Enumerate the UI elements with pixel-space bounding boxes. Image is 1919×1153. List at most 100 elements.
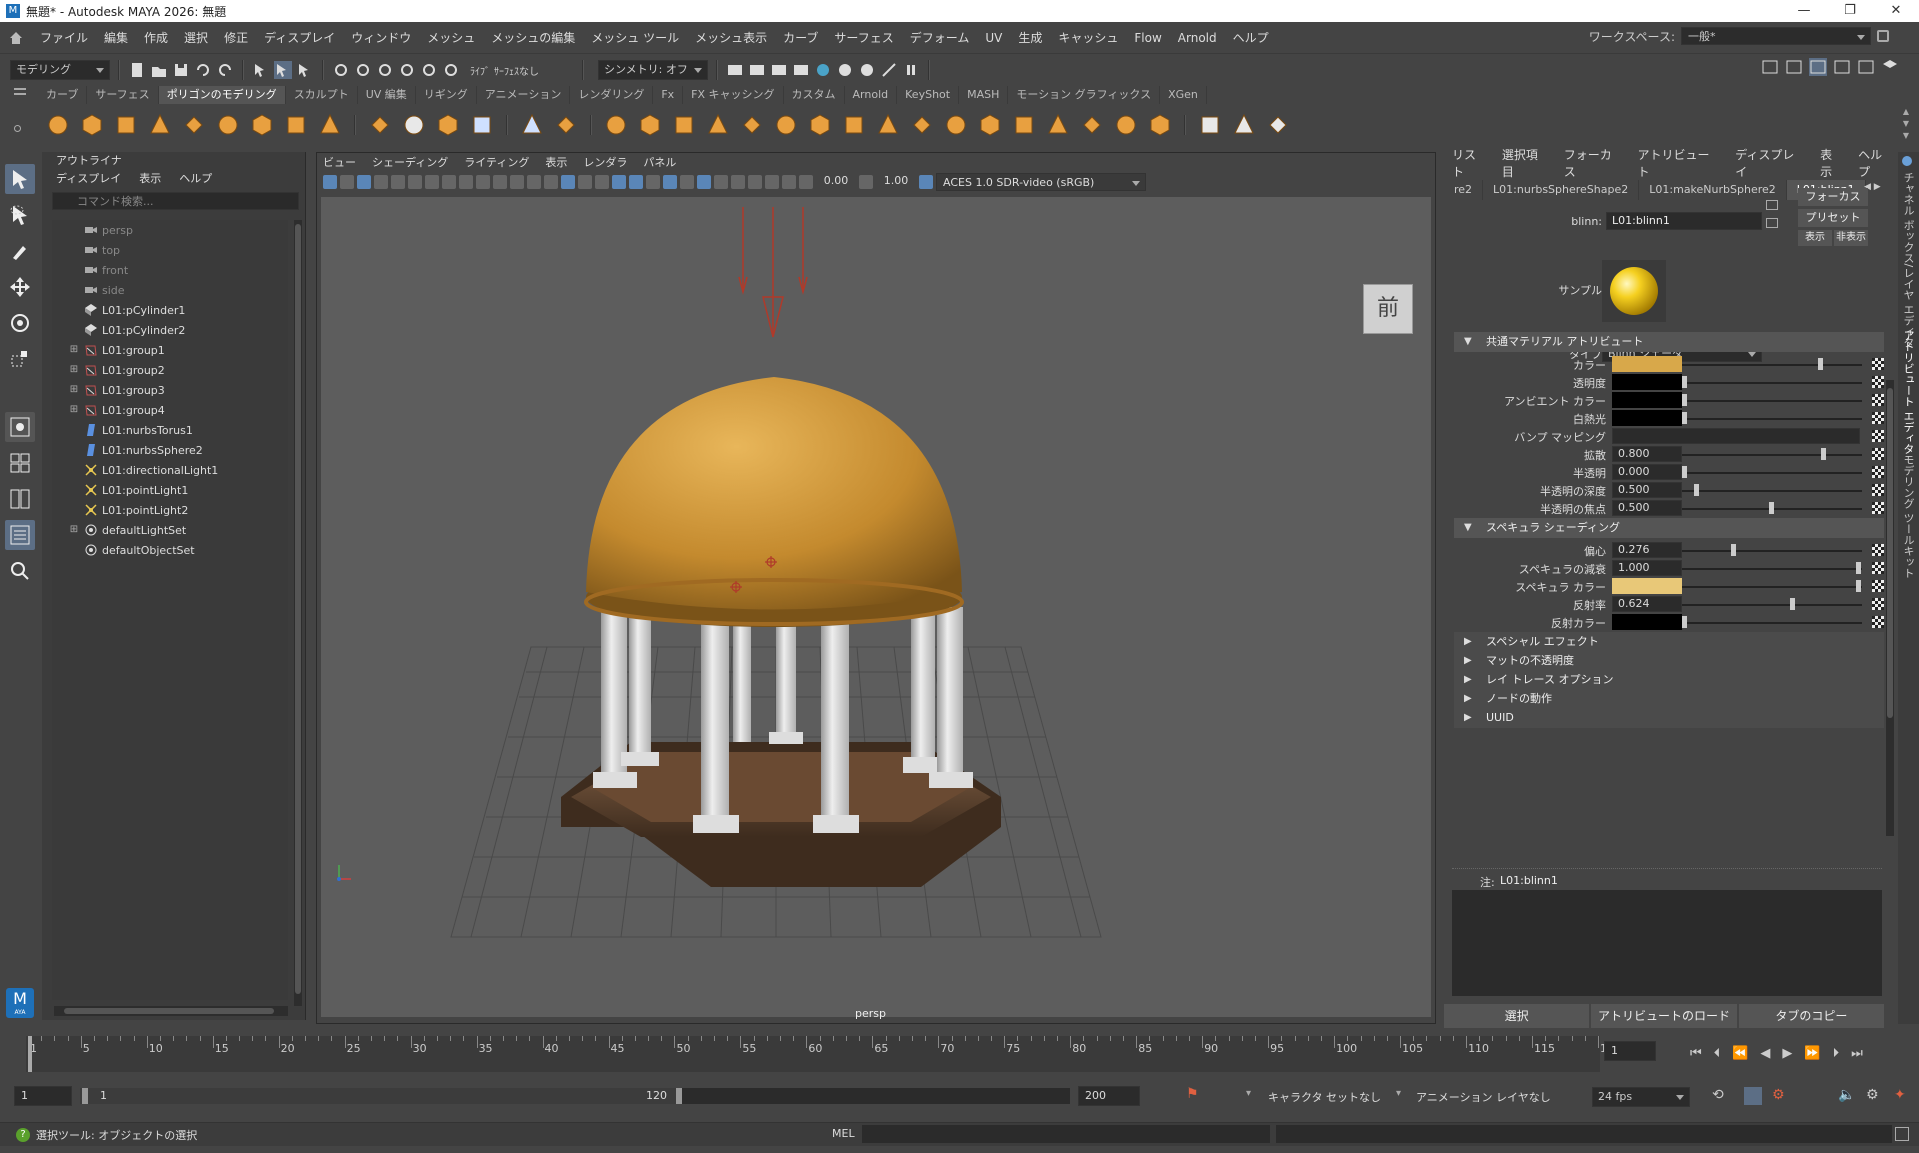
slider-knob[interactable]: [1682, 394, 1687, 406]
step-back-key-icon[interactable]: ⏪: [1732, 1046, 1748, 1061]
quad-draw-icon[interactable]: [1010, 111, 1038, 139]
measure-icon[interactable]: [518, 111, 546, 139]
character-set-dropdown[interactable]: キャラクタ セットなし: [1268, 1089, 1381, 1105]
paint-select-tool-icon[interactable]: [5, 236, 35, 266]
default-material-icon[interactable]: [578, 175, 592, 189]
script-language-toggle[interactable]: MEL: [832, 1127, 855, 1140]
select-tool-icon[interactable]: [5, 164, 35, 194]
shelf-tab[interactable]: レンダリング: [570, 86, 654, 104]
merge-icon[interactable]: [874, 111, 902, 139]
menu-file[interactable]: ファイル: [32, 29, 96, 46]
wedge-icon[interactable]: [942, 111, 970, 139]
map-button-icon[interactable]: [1872, 544, 1884, 556]
attr-slider[interactable]: [1682, 568, 1862, 570]
outliner-item[interactable]: L01:directionalLight1: [52, 460, 288, 480]
shelf-tab[interactable]: スカルプト: [286, 86, 358, 104]
snap-live-icon[interactable]: [420, 61, 438, 79]
bridge-icon[interactable]: [738, 111, 766, 139]
attr-node-tab[interactable]: re2: [1444, 180, 1484, 200]
attr-node-tab[interactable]: L01:makeNurbSphere2: [1639, 180, 1787, 200]
helix-icon[interactable]: [366, 111, 394, 139]
outliner-menu-show[interactable]: 表示: [139, 170, 161, 188]
menu-surfaces[interactable]: サーフェス: [826, 29, 901, 46]
color-management-icon[interactable]: [919, 175, 933, 189]
wireframe-icon[interactable]: [544, 175, 558, 189]
scale-tool-icon[interactable]: [5, 344, 35, 374]
symmetry-dropdown[interactable]: シンメトリ: オフ: [598, 60, 708, 80]
attr-menu-focus[interactable]: フォーカス: [1564, 146, 1624, 180]
menu-help[interactable]: ヘルプ: [1225, 29, 1277, 46]
reduce-icon[interactable]: [1078, 111, 1106, 139]
bookmarks-icon[interactable]: [357, 175, 371, 189]
slider-knob[interactable]: [1817, 358, 1823, 370]
outliner-layout-icon[interactable]: [1785, 58, 1803, 76]
notes-textarea[interactable]: [1452, 890, 1882, 996]
insert-edge-icon[interactable]: [1264, 111, 1292, 139]
attr-section-header[interactable]: ▶ ノードの動作: [1454, 689, 1884, 709]
single-perspective-layout-icon[interactable]: [5, 412, 35, 442]
outliner-item[interactable]: L01:pointLight1: [52, 480, 288, 500]
grid-icon[interactable]: [468, 111, 496, 139]
slider-knob[interactable]: [1730, 544, 1736, 556]
output-connection-icon[interactable]: [1766, 218, 1778, 228]
attr-slider[interactable]: [1682, 364, 1862, 366]
menu-cache[interactable]: キャッシュ: [1050, 29, 1126, 46]
script-editor-icon[interactable]: [1895, 1127, 1909, 1141]
step-forward-frame-icon[interactable]: ⏵: [1833, 1046, 1840, 1061]
select-component-icon[interactable]: [296, 61, 314, 79]
gate-mask-icon[interactable]: [476, 175, 490, 189]
outliner-search-input[interactable]: コマンド検索...: [52, 192, 299, 210]
menu-flow[interactable]: Flow: [1126, 31, 1169, 45]
attr-slider[interactable]: [1682, 604, 1862, 606]
map-button-icon[interactable]: [1872, 580, 1884, 592]
color-swatch[interactable]: [1612, 374, 1682, 390]
focus-button[interactable]: フォーカス: [1798, 188, 1868, 206]
shelf-tab[interactable]: MASH: [959, 86, 1009, 104]
attr-value-field[interactable]: 1.000: [1612, 560, 1682, 576]
modeling-toolkit-icon[interactable]: [1881, 58, 1899, 76]
input-connection-icon[interactable]: [1766, 200, 1778, 210]
lock-icon[interactable]: [1877, 30, 1889, 42]
colorspace-dropdown[interactable]: ACES 1.0 SDR-video (sRGB): [936, 173, 1146, 191]
cache-settings-icon[interactable]: ⚙: [1772, 1087, 1785, 1103]
minimize-button[interactable]: —: [1781, 0, 1827, 22]
map-button-icon[interactable]: [1872, 466, 1884, 478]
shelf-scroll-arrows[interactable]: ▲ ▼ ▼: [1901, 106, 1911, 142]
slider-knob[interactable]: [1682, 616, 1687, 628]
copy-tab-button[interactable]: タブのコピー: [1738, 1004, 1884, 1028]
vp-menu-view[interactable]: ビュー: [323, 154, 356, 170]
ipr-render-icon[interactable]: [770, 61, 788, 79]
cylinder-icon[interactable]: [112, 111, 140, 139]
film-gate-icon[interactable]: [442, 175, 456, 189]
anim-prefs-icon[interactable]: ⚙: [1866, 1087, 1879, 1103]
attr-menu-attributes[interactable]: アトリビュート: [1638, 146, 1722, 180]
text-icon[interactable]: [400, 111, 428, 139]
menu-deform[interactable]: デフォーム: [902, 29, 978, 46]
outliner-menu-display[interactable]: ディスプレイ: [56, 170, 121, 188]
render-view-icon[interactable]: [726, 61, 744, 79]
antialiasing-icon[interactable]: [697, 175, 711, 189]
animation-layer-dropdown[interactable]: アニメーション レイヤなし: [1416, 1089, 1551, 1105]
outliner-persp-layout-icon[interactable]: [5, 520, 35, 550]
menu-mesh[interactable]: メッシュ: [419, 29, 483, 46]
append-icon[interactable]: [840, 111, 868, 139]
workspace-layout-icon[interactable]: [1761, 58, 1779, 76]
attr-slider[interactable]: [1682, 382, 1862, 384]
outliner-scrollbar-vertical[interactable]: [294, 220, 302, 1006]
go-to-end-icon[interactable]: ⏭: [1851, 1046, 1863, 1061]
auto-key-icon[interactable]: ⚑: [1186, 1086, 1199, 1102]
textured-icon[interactable]: [612, 175, 626, 189]
camera-attributes-icon[interactable]: [340, 175, 354, 189]
shelf-tab[interactable]: XGen: [1160, 86, 1207, 104]
outliner-item[interactable]: top: [52, 240, 288, 260]
outliner-item[interactable]: L01:pCylinder1: [52, 300, 288, 320]
vp-menu-lighting[interactable]: ライティング: [464, 154, 529, 170]
animation-start-field[interactable]: 1: [14, 1086, 72, 1106]
home-icon[interactable]: [8, 30, 24, 46]
star-icon[interactable]: [316, 111, 344, 139]
screen-space-ao-icon[interactable]: [663, 175, 677, 189]
shelf-tab[interactable]: KeyShot: [897, 86, 960, 104]
tab-channel-box[interactable]: チャネル ボックス/レイヤ エディタ: [1900, 172, 1916, 348]
open-scene-icon[interactable]: [150, 61, 168, 79]
slider-knob[interactable]: [1694, 484, 1700, 496]
